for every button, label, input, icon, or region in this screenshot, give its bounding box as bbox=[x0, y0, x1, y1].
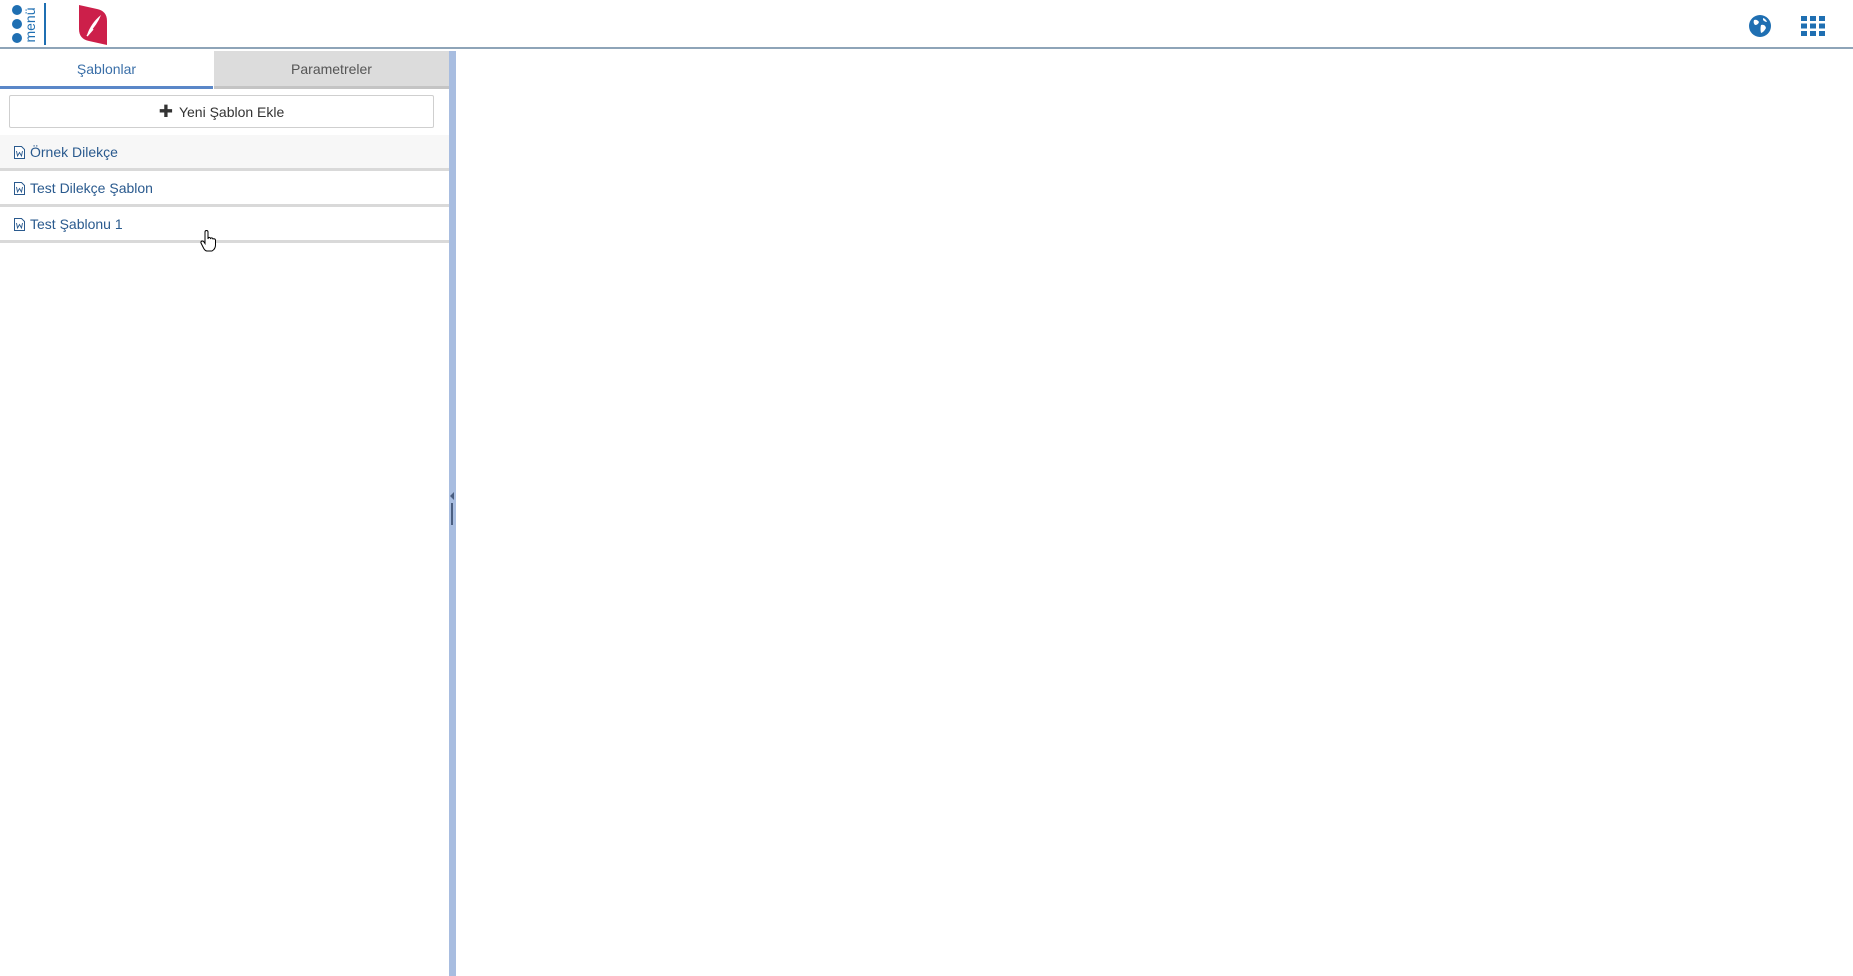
template-item[interactable]: Test Şablonu 1 bbox=[0, 207, 449, 243]
hand-cursor-icon bbox=[200, 230, 216, 252]
panel-splitter[interactable] bbox=[449, 51, 456, 976]
word-document-icon bbox=[14, 218, 25, 231]
template-label: Test Dilekçe Şablon bbox=[30, 180, 153, 196]
collapse-arrow-icon[interactable] bbox=[450, 492, 454, 500]
word-document-icon bbox=[14, 182, 25, 195]
menu-dot-icon bbox=[12, 33, 22, 43]
menu-button[interactable]: menü bbox=[10, 3, 46, 45]
add-template-label: Yeni Şablon Ekle bbox=[178, 104, 285, 120]
template-label: Örnek Dilekçe bbox=[30, 144, 118, 160]
content-area bbox=[456, 51, 1853, 976]
plus-icon: ✚ bbox=[158, 102, 173, 121]
menu-divider bbox=[44, 3, 46, 45]
tab-sablonlar[interactable]: Şablonlar bbox=[0, 51, 213, 89]
splitter-grip bbox=[451, 503, 453, 525]
quill-logo-icon[interactable] bbox=[79, 5, 107, 45]
template-list: Örnek Dilekçe Test Dilekçe Şablon Test Ş… bbox=[0, 135, 449, 243]
menu-dot-icon bbox=[12, 5, 22, 15]
tab-parametreler[interactable]: Parametreler bbox=[214, 51, 449, 89]
top-bar: menü bbox=[0, 0, 1853, 49]
panel-tabs: Şablonlar Parametreler bbox=[0, 51, 449, 89]
template-item[interactable]: Örnek Dilekçe bbox=[0, 135, 449, 171]
word-document-icon bbox=[14, 146, 25, 159]
add-template-button[interactable]: ✚ Yeni Şablon Ekle bbox=[9, 95, 434, 128]
template-label: Test Şablonu 1 bbox=[30, 216, 123, 232]
menu-label: menü bbox=[22, 7, 38, 43]
template-item[interactable]: Test Dilekçe Şablon bbox=[0, 171, 449, 207]
templates-panel: Şablonlar Parametreler ✚ Yeni Şablon Ekle… bbox=[0, 51, 449, 976]
menu-dot-icon bbox=[12, 19, 22, 29]
apps-grid-icon[interactable] bbox=[1800, 13, 1826, 39]
globe-icon[interactable] bbox=[1747, 13, 1773, 39]
